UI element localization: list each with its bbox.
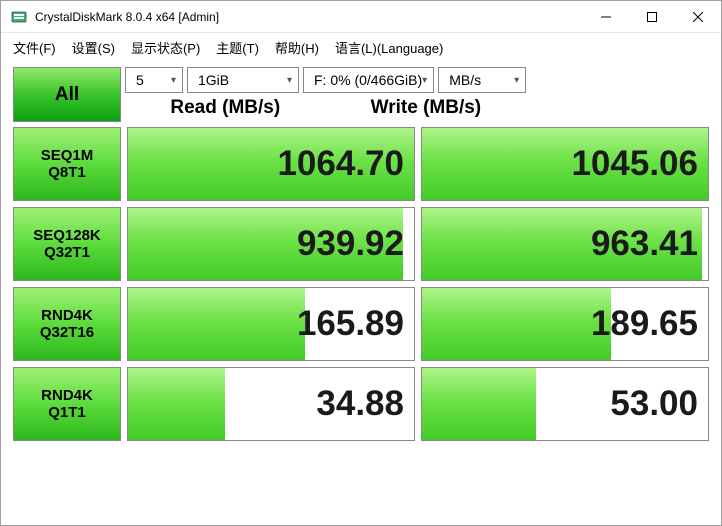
run-all-button[interactable]: All <box>13 67 121 122</box>
menu-language[interactable]: 语言(L)(Language) <box>327 34 451 61</box>
test-name-line2: Q8T1 <box>48 164 86 181</box>
read-value-cell: 1064.70 <box>127 127 415 201</box>
write-bar <box>422 288 611 360</box>
close-button[interactable] <box>675 1 721 33</box>
menu-file[interactable]: 文件(F) <box>5 34 64 61</box>
app-icon <box>11 9 27 25</box>
maximize-button[interactable] <box>629 1 675 33</box>
read-value-cell: 34.88 <box>127 367 415 441</box>
read-value: 34.88 <box>316 384 404 424</box>
menu-profile[interactable]: 显示状态(P) <box>123 34 208 61</box>
read-value: 1064.70 <box>277 144 404 184</box>
controls-row: All 5 ▾ 1GiB ▾ F: 0% (0/466GiB) ▾ MB/s ▾ <box>1 61 721 127</box>
test-button-3[interactable]: RND4K Q1T1 <box>13 367 121 441</box>
chevron-down-icon: ▾ <box>514 75 519 86</box>
count-dropdown[interactable]: 5 ▾ <box>125 67 183 93</box>
write-value: 1045.06 <box>571 144 698 184</box>
test-name-line1: SEQ1M <box>41 147 94 164</box>
size-dropdown[interactable]: 1GiB ▾ <box>187 67 299 93</box>
test-button-2[interactable]: RND4K Q32T16 <box>13 287 121 361</box>
write-bar <box>422 368 536 440</box>
result-row: RND4K Q32T16 165.89 189.65 <box>13 287 709 361</box>
size-value: 1GiB <box>198 72 229 88</box>
menu-theme[interactable]: 主题(T) <box>208 34 267 61</box>
test-button-0[interactable]: SEQ1M Q8T1 <box>13 127 121 201</box>
minimize-button[interactable] <box>583 1 629 33</box>
read-bar <box>128 368 225 440</box>
drive-value: F: 0% (0/466GiB) <box>314 72 422 88</box>
test-button-1[interactable]: SEQ128K Q32T1 <box>13 207 121 281</box>
read-value: 939.92 <box>297 224 404 264</box>
result-row: SEQ128K Q32T1 939.92 963.41 <box>13 207 709 281</box>
chevron-down-icon: ▾ <box>422 75 427 86</box>
read-value-cell: 165.89 <box>127 287 415 361</box>
test-name-line2: Q32T16 <box>40 324 94 341</box>
results-grid: SEQ1M Q8T1 1064.70 1045.06 SEQ128K Q32T1… <box>1 127 721 525</box>
read-bar <box>128 288 305 360</box>
titlebar: CrystalDiskMark 8.0.4 x64 [Admin] <box>1 1 721 33</box>
read-value-cell: 939.92 <box>127 207 415 281</box>
window-title: CrystalDiskMark 8.0.4 x64 [Admin] <box>35 10 583 24</box>
write-value-cell: 963.41 <box>421 207 709 281</box>
write-value: 189.65 <box>591 304 698 344</box>
test-name-line1: SEQ128K <box>33 227 101 244</box>
write-header: Write (MB/s) <box>326 95 527 123</box>
test-name-line2: Q32T1 <box>44 244 90 261</box>
write-value-cell: 1045.06 <box>421 127 709 201</box>
result-row: RND4K Q1T1 34.88 53.00 <box>13 367 709 441</box>
drive-dropdown[interactable]: F: 0% (0/466GiB) ▾ <box>303 67 434 93</box>
unit-value: MB/s <box>449 72 481 88</box>
test-name-line1: RND4K <box>41 387 93 404</box>
test-name-line1: RND4K <box>41 307 93 324</box>
chevron-down-icon: ▾ <box>287 75 292 86</box>
read-header: Read (MB/s) <box>125 95 326 123</box>
menubar: 文件(F) 设置(S) 显示状态(P) 主题(T) 帮助(H) 语言(L)(La… <box>1 33 721 61</box>
chevron-down-icon: ▾ <box>171 75 176 86</box>
count-value: 5 <box>136 72 144 88</box>
write-value-cell: 53.00 <box>421 367 709 441</box>
write-value-cell: 189.65 <box>421 287 709 361</box>
write-value: 963.41 <box>591 224 698 264</box>
app-window: CrystalDiskMark 8.0.4 x64 [Admin] 文件(F) … <box>0 0 722 526</box>
read-value: 165.89 <box>297 304 404 344</box>
result-row: SEQ1M Q8T1 1064.70 1045.06 <box>13 127 709 201</box>
test-name-line2: Q1T1 <box>48 404 86 421</box>
menu-help[interactable]: 帮助(H) <box>267 34 327 61</box>
write-value: 53.00 <box>610 384 698 424</box>
unit-dropdown[interactable]: MB/s ▾ <box>438 67 526 93</box>
menu-settings[interactable]: 设置(S) <box>64 34 123 61</box>
